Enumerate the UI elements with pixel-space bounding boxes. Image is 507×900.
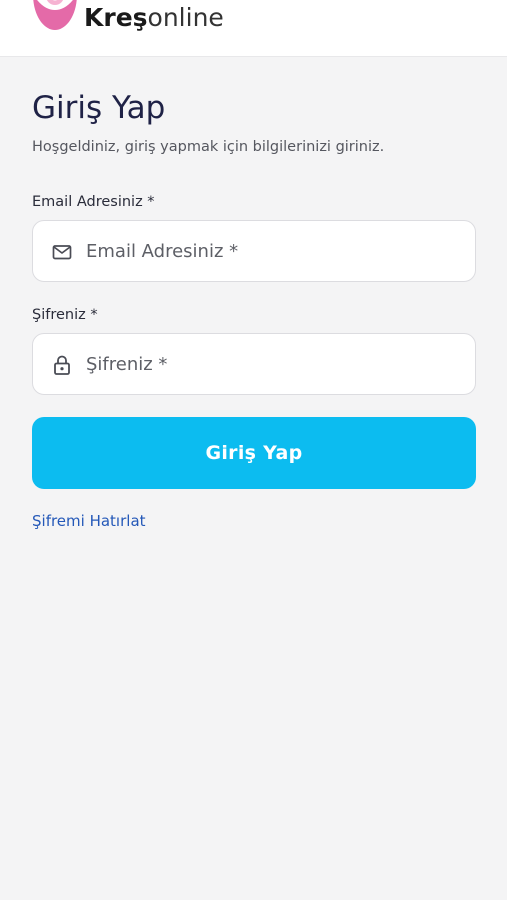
brand-name: Kreşonline: [84, 3, 224, 33]
app-header: Kreşonline: [0, 0, 507, 57]
password-field[interactable]: [32, 333, 476, 395]
login-button[interactable]: Giriş Yap: [32, 417, 476, 489]
brand-name-light: online: [147, 3, 224, 32]
forgot-password-link[interactable]: Şifremi Hatırlat: [32, 511, 146, 531]
lock-icon: [54, 355, 70, 375]
email-label: Email Adresiniz *: [32, 194, 155, 210]
password-label: Şifreniz *: [32, 307, 98, 323]
mail-icon: [52, 245, 72, 260]
email-field[interactable]: [32, 220, 476, 282]
email-input[interactable]: [86, 221, 466, 281]
page-title: Giriş Yap: [32, 90, 166, 126]
password-input[interactable]: [86, 334, 466, 394]
kresonline-logo-icon: [33, 0, 77, 30]
brand-name-bold: Kreş: [84, 3, 148, 32]
page-subtitle: Hoşgeldiniz, giriş yapmak için bilgileri…: [32, 139, 385, 155]
